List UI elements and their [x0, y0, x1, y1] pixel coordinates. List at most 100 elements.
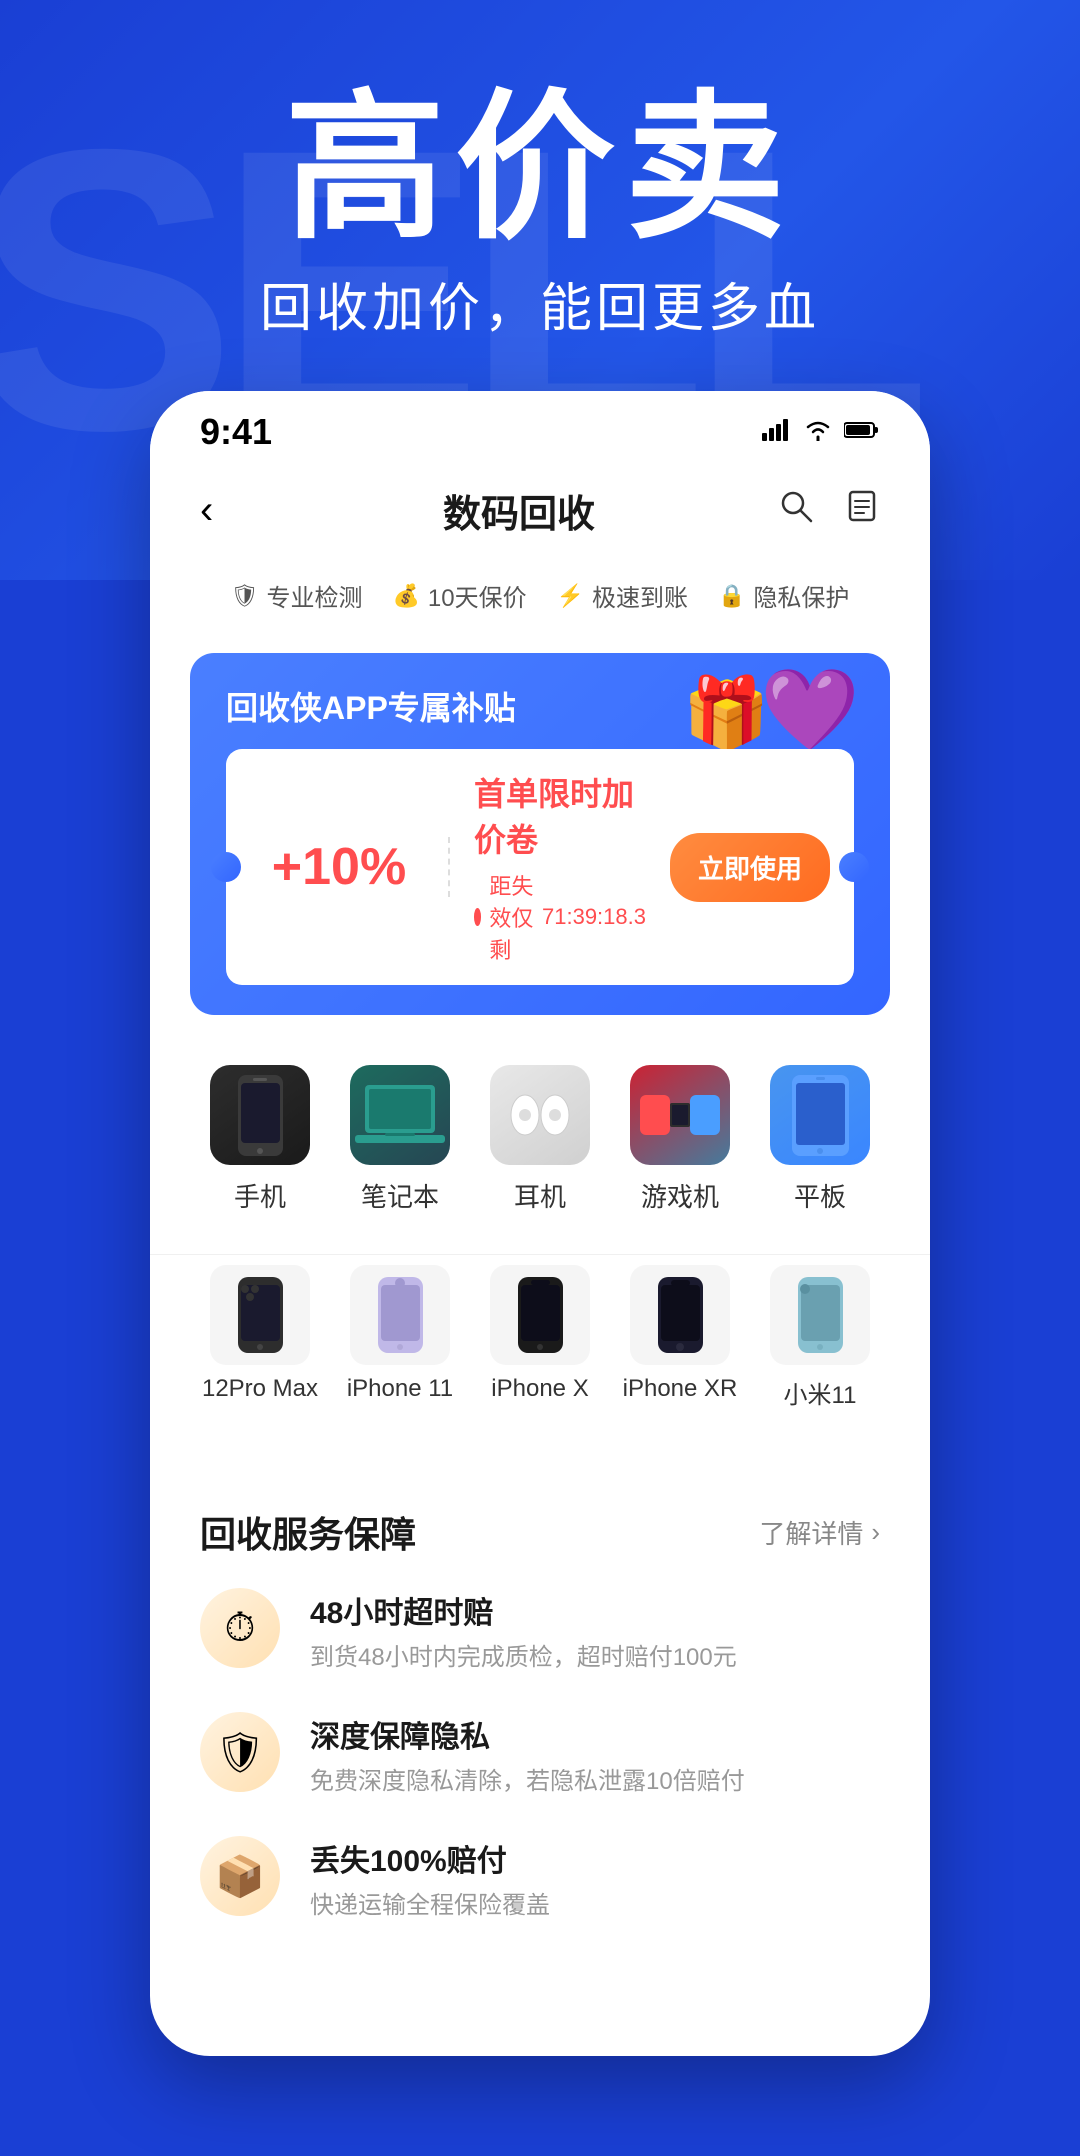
service-item-desc: 到货48小时内完成质检，超时赔付100元 [310, 1640, 880, 1676]
feature-price: 💰 10天保价 [393, 578, 527, 613]
nav-action-icons [778, 488, 880, 534]
category-img-earbuds [490, 1065, 590, 1165]
gift-icon: 🎁 [683, 673, 770, 755]
crystal-icon: 💜 [760, 663, 860, 757]
hero-subtitle: 回收加价，能回更多血 [0, 266, 1080, 341]
coupon-dot-left [211, 852, 241, 882]
page-bottom [0, 2056, 1080, 2156]
model-img-iphone11 [350, 1265, 450, 1365]
status-bar: 9:41 [150, 391, 930, 463]
coupon-name: 首单限时加价卷 [474, 769, 646, 861]
feature-fast: ⚡ 极速到账 [557, 578, 688, 613]
service-title: 回收服务保障 [200, 1506, 416, 1558]
category-item-laptop[interactable]: 笔记本 [330, 1065, 470, 1214]
category-img-phone [210, 1065, 310, 1165]
shield-icon: 🛡 [231, 583, 259, 609]
feature-label: 10天保价 [428, 578, 527, 613]
feature-label: 隐私保护 [753, 578, 849, 613]
category-label-laptop: 笔记本 [361, 1177, 439, 1214]
feature-label: 专业检测 [267, 578, 363, 613]
wifi-icon [804, 419, 832, 446]
chevron-right-icon: › [871, 1517, 880, 1548]
hero-title: 高价卖 [0, 80, 1080, 256]
overtime-icon-wrap: ⏱ [200, 1588, 280, 1668]
coupon-percent-value: +10% [272, 838, 406, 896]
category-img-tablet [770, 1065, 870, 1165]
category-img-laptop [350, 1065, 450, 1165]
model-label-iphonexr: iPhone XR [623, 1375, 738, 1403]
timer-label: 距失效仅剩 [489, 869, 534, 965]
back-button[interactable]: ‹ [200, 488, 260, 533]
status-icons [762, 419, 880, 446]
service-more-button[interactable]: 了解详情 › [759, 1514, 880, 1551]
coupon-dot-right [839, 852, 869, 882]
model-img-iphonex [490, 1265, 590, 1365]
service-item-text: 48小时超时赔 到货48小时内完成质检，超时赔付100元 [310, 1588, 880, 1676]
service-item-overtime: ⏱ 48小时超时赔 到货48小时内完成质检，超时赔付100元 [200, 1588, 880, 1676]
shield-privacy-icon: 🛡 [215, 1729, 266, 1776]
model-item-iphone11[interactable]: iPhone 11 [330, 1265, 470, 1410]
feature-badges: 🛡 专业检测 💰 10天保价 ⚡ 极速到账 🔒 隐私保护 [150, 558, 930, 633]
category-item-gaming[interactable]: 游戏机 [610, 1065, 750, 1214]
service-more-label: 了解详情 [759, 1514, 863, 1551]
hero-section: 高价卖 回收加价，能回更多血 [0, 0, 1080, 341]
model-label-iphonex: iPhone X [491, 1375, 588, 1403]
service-item-name: 48小时超时赔 [310, 1588, 880, 1632]
category-item-earbuds[interactable]: 耳机 [470, 1065, 610, 1214]
model-grid: 12Pro Max iPhone 11 [150, 1254, 930, 1450]
battery-icon [844, 421, 880, 444]
category-label-tablet: 平板 [794, 1177, 846, 1214]
privacy-icon-wrap: 🛡 [200, 1712, 280, 1792]
service-item-name: 丢失100%赔付 [310, 1836, 880, 1880]
lightning-icon: ⚡ [557, 583, 584, 609]
status-time: 9:41 [200, 411, 272, 453]
lost-icon-wrap: 📦 [200, 1836, 280, 1916]
feature-label: 极速到账 [592, 578, 688, 613]
category-grid: 手机 笔记本 [150, 1035, 930, 1254]
service-item-name: 深度保障隐私 [310, 1712, 880, 1756]
model-item-iphonex[interactable]: iPhone X [470, 1265, 610, 1410]
coupon-info: 首单限时加价卷 距失效仅剩 71:39:18.3 [450, 769, 670, 965]
service-item-desc: 快递运输全程保险覆盖 [310, 1888, 880, 1924]
model-item-xiaomi11[interactable]: 小米11 [750, 1265, 890, 1410]
feature-privacy: 🔒 隐私保护 [718, 578, 849, 613]
page-title: 数码回收 [443, 483, 595, 538]
nav-bar: ‹ 数码回收 [150, 463, 930, 558]
category-img-gaming [630, 1065, 730, 1165]
feature-professional: 🛡 专业检测 [231, 578, 363, 613]
service-item-privacy: 🛡 深度保障隐私 免费深度隐私清除，若隐私泄露10倍赔付 [200, 1712, 880, 1800]
document-button[interactable] [844, 488, 880, 534]
timer-dot-icon [474, 908, 481, 926]
model-label-xiaomi11: 小米11 [784, 1375, 857, 1410]
coupon-discount: +10% [250, 837, 450, 897]
category-label-phone: 手机 [234, 1177, 286, 1214]
service-item-text: 丢失100%赔付 快递运输全程保险覆盖 [310, 1836, 880, 1924]
service-item-lost: 📦 丢失100%赔付 快递运输全程保险覆盖 [200, 1836, 880, 1924]
timer-value: 71:39:18.3 [542, 904, 646, 930]
category-item-tablet[interactable]: 平板 [750, 1065, 890, 1214]
coupon-timer: 距失效仅剩 71:39:18.3 [474, 869, 646, 965]
lock-icon: 🔒 [718, 583, 745, 609]
model-img-12promax [210, 1265, 310, 1365]
service-item-text: 深度保障隐私 免费深度隐私清除，若隐私泄露10倍赔付 [310, 1712, 880, 1800]
coupon-card: +10% 首单限时加价卷 距失效仅剩 71:39:18.3 立即使用 [226, 749, 854, 985]
model-label-12promax: 12Pro Max [202, 1375, 318, 1403]
model-item-iphonexr[interactable]: iPhone XR [610, 1265, 750, 1410]
model-label-iphone11: iPhone 11 [347, 1375, 453, 1403]
phone-mockup: 9:41 [150, 391, 930, 2056]
model-item-12promax[interactable]: 12Pro Max [190, 1265, 330, 1410]
category-label-gaming: 游戏机 [641, 1177, 719, 1214]
coupon-banner: 回收侠APP专属补贴 🎁 💜 +10% 首单限时加价卷 距失效仅剩 71:39:… [190, 653, 890, 1015]
category-item-phone[interactable]: 手机 [190, 1065, 330, 1214]
service-header: 回收服务保障 了解详情 › [200, 1506, 880, 1558]
model-img-iphonexr [630, 1265, 730, 1365]
search-button[interactable] [778, 488, 814, 534]
use-coupon-button[interactable]: 立即使用 [670, 833, 830, 902]
clock-icon: ⏱ [224, 1606, 255, 1651]
category-label-earbuds: 耳机 [514, 1177, 566, 1214]
model-img-xiaomi11 [770, 1265, 870, 1365]
signal-icon [762, 419, 792, 446]
service-item-desc: 免费深度隐私清除，若隐私泄露10倍赔付 [310, 1764, 880, 1800]
service-section: 回收服务保障 了解详情 › ⏱ 48小时超时赔 到货48小时内完成质检，超时赔付… [150, 1470, 930, 1996]
package-icon: 📦 [215, 1853, 265, 1900]
